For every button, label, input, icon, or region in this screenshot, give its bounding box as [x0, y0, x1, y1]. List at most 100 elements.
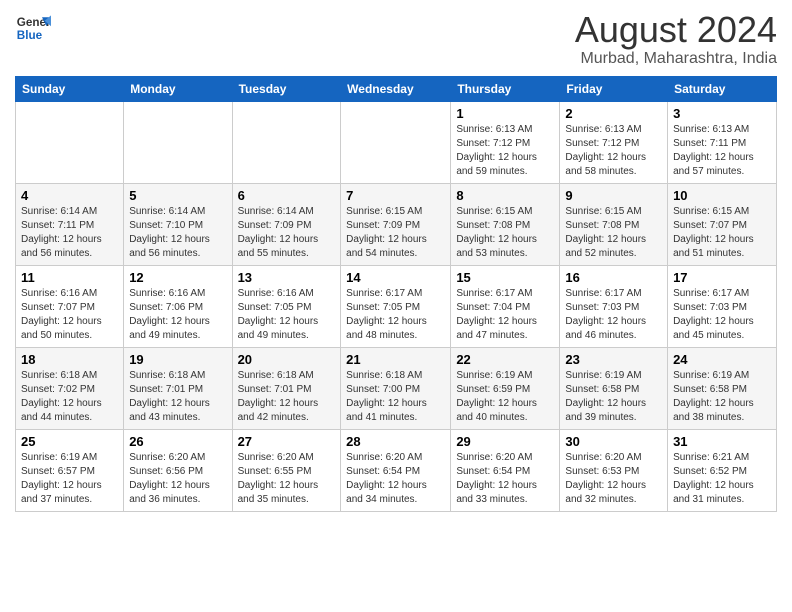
calendar-cell: 27 Sunrise: 6:20 AM Sunset: 6:55 PM Dayli… [232, 429, 341, 511]
day-number: 30 [565, 434, 662, 449]
day-info: Sunrise: 6:14 AM Sunset: 7:09 PM Dayligh… [238, 205, 336, 261]
calendar-cell [124, 101, 232, 183]
calendar-cell [232, 101, 341, 183]
calendar-week-4: 18Sunrise: 6:18 AM Sunset: 7:02 PM Dayli… [16, 347, 777, 429]
day-info: Sunrise: 6:19 AM Sunset: 6:59 PM Dayligh… [456, 369, 554, 425]
day-info: Sunrise: 6:19 AM Sunset: 6:57 PM Dayligh… [21, 451, 118, 507]
page: General Blue August 2024 Murbad, Maharas… [0, 0, 792, 522]
day-info: Sunrise: 6:14 AM Sunset: 7:11 PM Dayligh… [21, 205, 118, 261]
day-info: Sunrise: 6:17 AM Sunset: 7:05 PM Dayligh… [346, 287, 445, 343]
calendar-cell: 15 Sunrise: 6:17 AM Sunset: 7:04 PM Dayli… [451, 265, 560, 347]
day-info: Sunrise: 6:17 AM Sunset: 7:04 PM Dayligh… [456, 287, 554, 343]
day-number: 20 [238, 352, 336, 367]
day-info: Sunrise: 6:19 AM Sunset: 6:58 PM Dayligh… [565, 369, 662, 425]
day-number: 22 [456, 352, 554, 367]
calendar-cell: 10Sunrise: 6:15 AM Sunset: 7:07 PM Dayli… [668, 183, 777, 265]
calendar-cell: 13 Sunrise: 6:16 AM Sunset: 7:05 PM Dayli… [232, 265, 341, 347]
day-number: 25 [21, 434, 118, 449]
calendar-cell: 2 Sunrise: 6:13 AM Sunset: 7:12 PM Daylig… [560, 101, 668, 183]
day-info: Sunrise: 6:13 AM Sunset: 7:12 PM Dayligh… [565, 123, 662, 179]
day-info: Sunrise: 6:13 AM Sunset: 7:11 PM Dayligh… [673, 123, 771, 179]
day-number: 31 [673, 434, 771, 449]
day-number: 4 [21, 188, 118, 203]
day-info: Sunrise: 6:15 AM Sunset: 7:07 PM Dayligh… [673, 205, 771, 261]
day-info: Sunrise: 6:18 AM Sunset: 7:02 PM Dayligh… [21, 369, 118, 425]
day-info: Sunrise: 6:17 AM Sunset: 7:03 PM Dayligh… [565, 287, 662, 343]
calendar-cell: 6 Sunrise: 6:14 AM Sunset: 7:09 PM Daylig… [232, 183, 341, 265]
calendar-cell: 11Sunrise: 6:16 AM Sunset: 7:07 PM Dayli… [16, 265, 124, 347]
calendar-cell [341, 101, 451, 183]
day-info: Sunrise: 6:15 AM Sunset: 7:08 PM Dayligh… [456, 205, 554, 261]
day-number: 15 [456, 270, 554, 285]
calendar-cell: 1Sunrise: 6:13 AM Sunset: 7:12 PM Daylig… [451, 101, 560, 183]
day-info: Sunrise: 6:15 AM Sunset: 7:08 PM Dayligh… [565, 205, 662, 261]
day-info: Sunrise: 6:13 AM Sunset: 7:12 PM Dayligh… [456, 123, 554, 179]
calendar-cell: 4 Sunrise: 6:14 AM Sunset: 7:11 PM Daylig… [16, 183, 124, 265]
day-number: 3 [673, 106, 771, 121]
header: General Blue August 2024 Murbad, Maharas… [15, 10, 777, 68]
calendar-cell: 30 Sunrise: 6:20 AM Sunset: 6:53 PM Dayli… [560, 429, 668, 511]
day-number: 27 [238, 434, 336, 449]
calendar-cell: 23 Sunrise: 6:19 AM Sunset: 6:58 PM Dayli… [560, 347, 668, 429]
day-number: 9 [565, 188, 662, 203]
logo: General Blue [15, 10, 51, 46]
calendar-week-1: 1Sunrise: 6:13 AM Sunset: 7:12 PM Daylig… [16, 101, 777, 183]
calendar-cell: 14 Sunrise: 6:17 AM Sunset: 7:05 PM Dayli… [341, 265, 451, 347]
calendar-week-5: 25 Sunrise: 6:19 AM Sunset: 6:57 PM Dayli… [16, 429, 777, 511]
day-number: 2 [565, 106, 662, 121]
day-number: 16 [565, 270, 662, 285]
calendar-cell: 18Sunrise: 6:18 AM Sunset: 7:02 PM Dayli… [16, 347, 124, 429]
day-info: Sunrise: 6:18 AM Sunset: 7:01 PM Dayligh… [238, 369, 336, 425]
day-info: Sunrise: 6:16 AM Sunset: 7:07 PM Dayligh… [21, 287, 118, 343]
day-number: 23 [565, 352, 662, 367]
calendar-table: SundayMondayTuesdayWednesdayThursdayFrid… [15, 76, 777, 512]
day-info: Sunrise: 6:20 AM Sunset: 6:54 PM Dayligh… [346, 451, 445, 507]
day-header-friday: Friday [560, 76, 668, 101]
calendar-cell: 3 Sunrise: 6:13 AM Sunset: 7:11 PM Daylig… [668, 101, 777, 183]
day-number: 5 [129, 188, 226, 203]
calendar-cell: 12 Sunrise: 6:16 AM Sunset: 7:06 PM Dayli… [124, 265, 232, 347]
day-info: Sunrise: 6:20 AM Sunset: 6:55 PM Dayligh… [238, 451, 336, 507]
calendar-cell: 26Sunrise: 6:20 AM Sunset: 6:56 PM Dayli… [124, 429, 232, 511]
calendar-cell: 24Sunrise: 6:19 AM Sunset: 6:58 PM Dayli… [668, 347, 777, 429]
title-block: August 2024 Murbad, Maharashtra, India [575, 10, 777, 68]
day-header-wednesday: Wednesday [341, 76, 451, 101]
day-number: 19 [129, 352, 226, 367]
calendar-week-2: 4 Sunrise: 6:14 AM Sunset: 7:11 PM Daylig… [16, 183, 777, 265]
calendar-cell: 21 Sunrise: 6:18 AM Sunset: 7:00 PM Dayli… [341, 347, 451, 429]
day-number: 24 [673, 352, 771, 367]
calendar-cell: 9 Sunrise: 6:15 AM Sunset: 7:08 PM Daylig… [560, 183, 668, 265]
day-number: 8 [456, 188, 554, 203]
day-number: 14 [346, 270, 445, 285]
day-info: Sunrise: 6:20 AM Sunset: 6:53 PM Dayligh… [565, 451, 662, 507]
calendar-cell: 29Sunrise: 6:20 AM Sunset: 6:54 PM Dayli… [451, 429, 560, 511]
day-number: 21 [346, 352, 445, 367]
day-header-saturday: Saturday [668, 76, 777, 101]
day-info: Sunrise: 6:21 AM Sunset: 6:52 PM Dayligh… [673, 451, 771, 507]
day-number: 12 [129, 270, 226, 285]
calendar-cell: 25 Sunrise: 6:19 AM Sunset: 6:57 PM Dayli… [16, 429, 124, 511]
calendar-cell: 5 Sunrise: 6:14 AM Sunset: 7:10 PM Daylig… [124, 183, 232, 265]
calendar-cell [16, 101, 124, 183]
calendar-cell: 16 Sunrise: 6:17 AM Sunset: 7:03 PM Dayli… [560, 265, 668, 347]
calendar-header-row: SundayMondayTuesdayWednesdayThursdayFrid… [16, 76, 777, 101]
calendar-cell: 22 Sunrise: 6:19 AM Sunset: 6:59 PM Dayli… [451, 347, 560, 429]
day-header-tuesday: Tuesday [232, 76, 341, 101]
day-number: 29 [456, 434, 554, 449]
main-title: August 2024 [575, 10, 777, 50]
day-info: Sunrise: 6:16 AM Sunset: 7:05 PM Dayligh… [238, 287, 336, 343]
day-number: 28 [346, 434, 445, 449]
day-info: Sunrise: 6:18 AM Sunset: 7:00 PM Dayligh… [346, 369, 445, 425]
day-number: 7 [346, 188, 445, 203]
day-header-monday: Monday [124, 76, 232, 101]
day-info: Sunrise: 6:18 AM Sunset: 7:01 PM Dayligh… [129, 369, 226, 425]
day-info: Sunrise: 6:15 AM Sunset: 7:09 PM Dayligh… [346, 205, 445, 261]
day-info: Sunrise: 6:16 AM Sunset: 7:06 PM Dayligh… [129, 287, 226, 343]
svg-text:Blue: Blue [17, 29, 43, 42]
day-info: Sunrise: 6:14 AM Sunset: 7:10 PM Dayligh… [129, 205, 226, 261]
day-number: 6 [238, 188, 336, 203]
calendar-cell: 20 Sunrise: 6:18 AM Sunset: 7:01 PM Dayli… [232, 347, 341, 429]
day-header-thursday: Thursday [451, 76, 560, 101]
logo-icon: General Blue [15, 10, 51, 46]
day-number: 13 [238, 270, 336, 285]
